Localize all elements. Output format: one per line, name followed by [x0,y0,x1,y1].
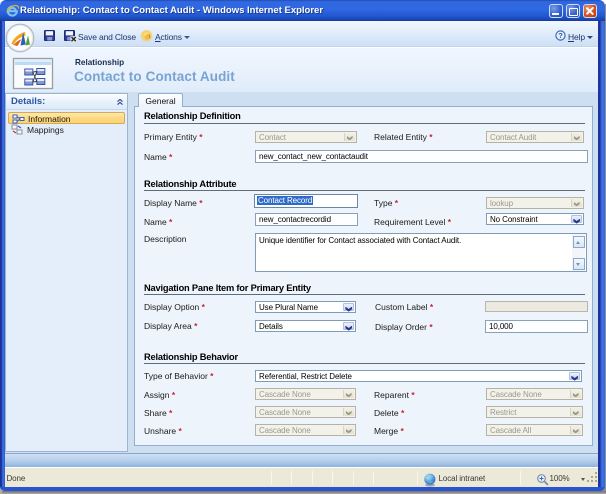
svg-text:?: ? [558,31,563,40]
